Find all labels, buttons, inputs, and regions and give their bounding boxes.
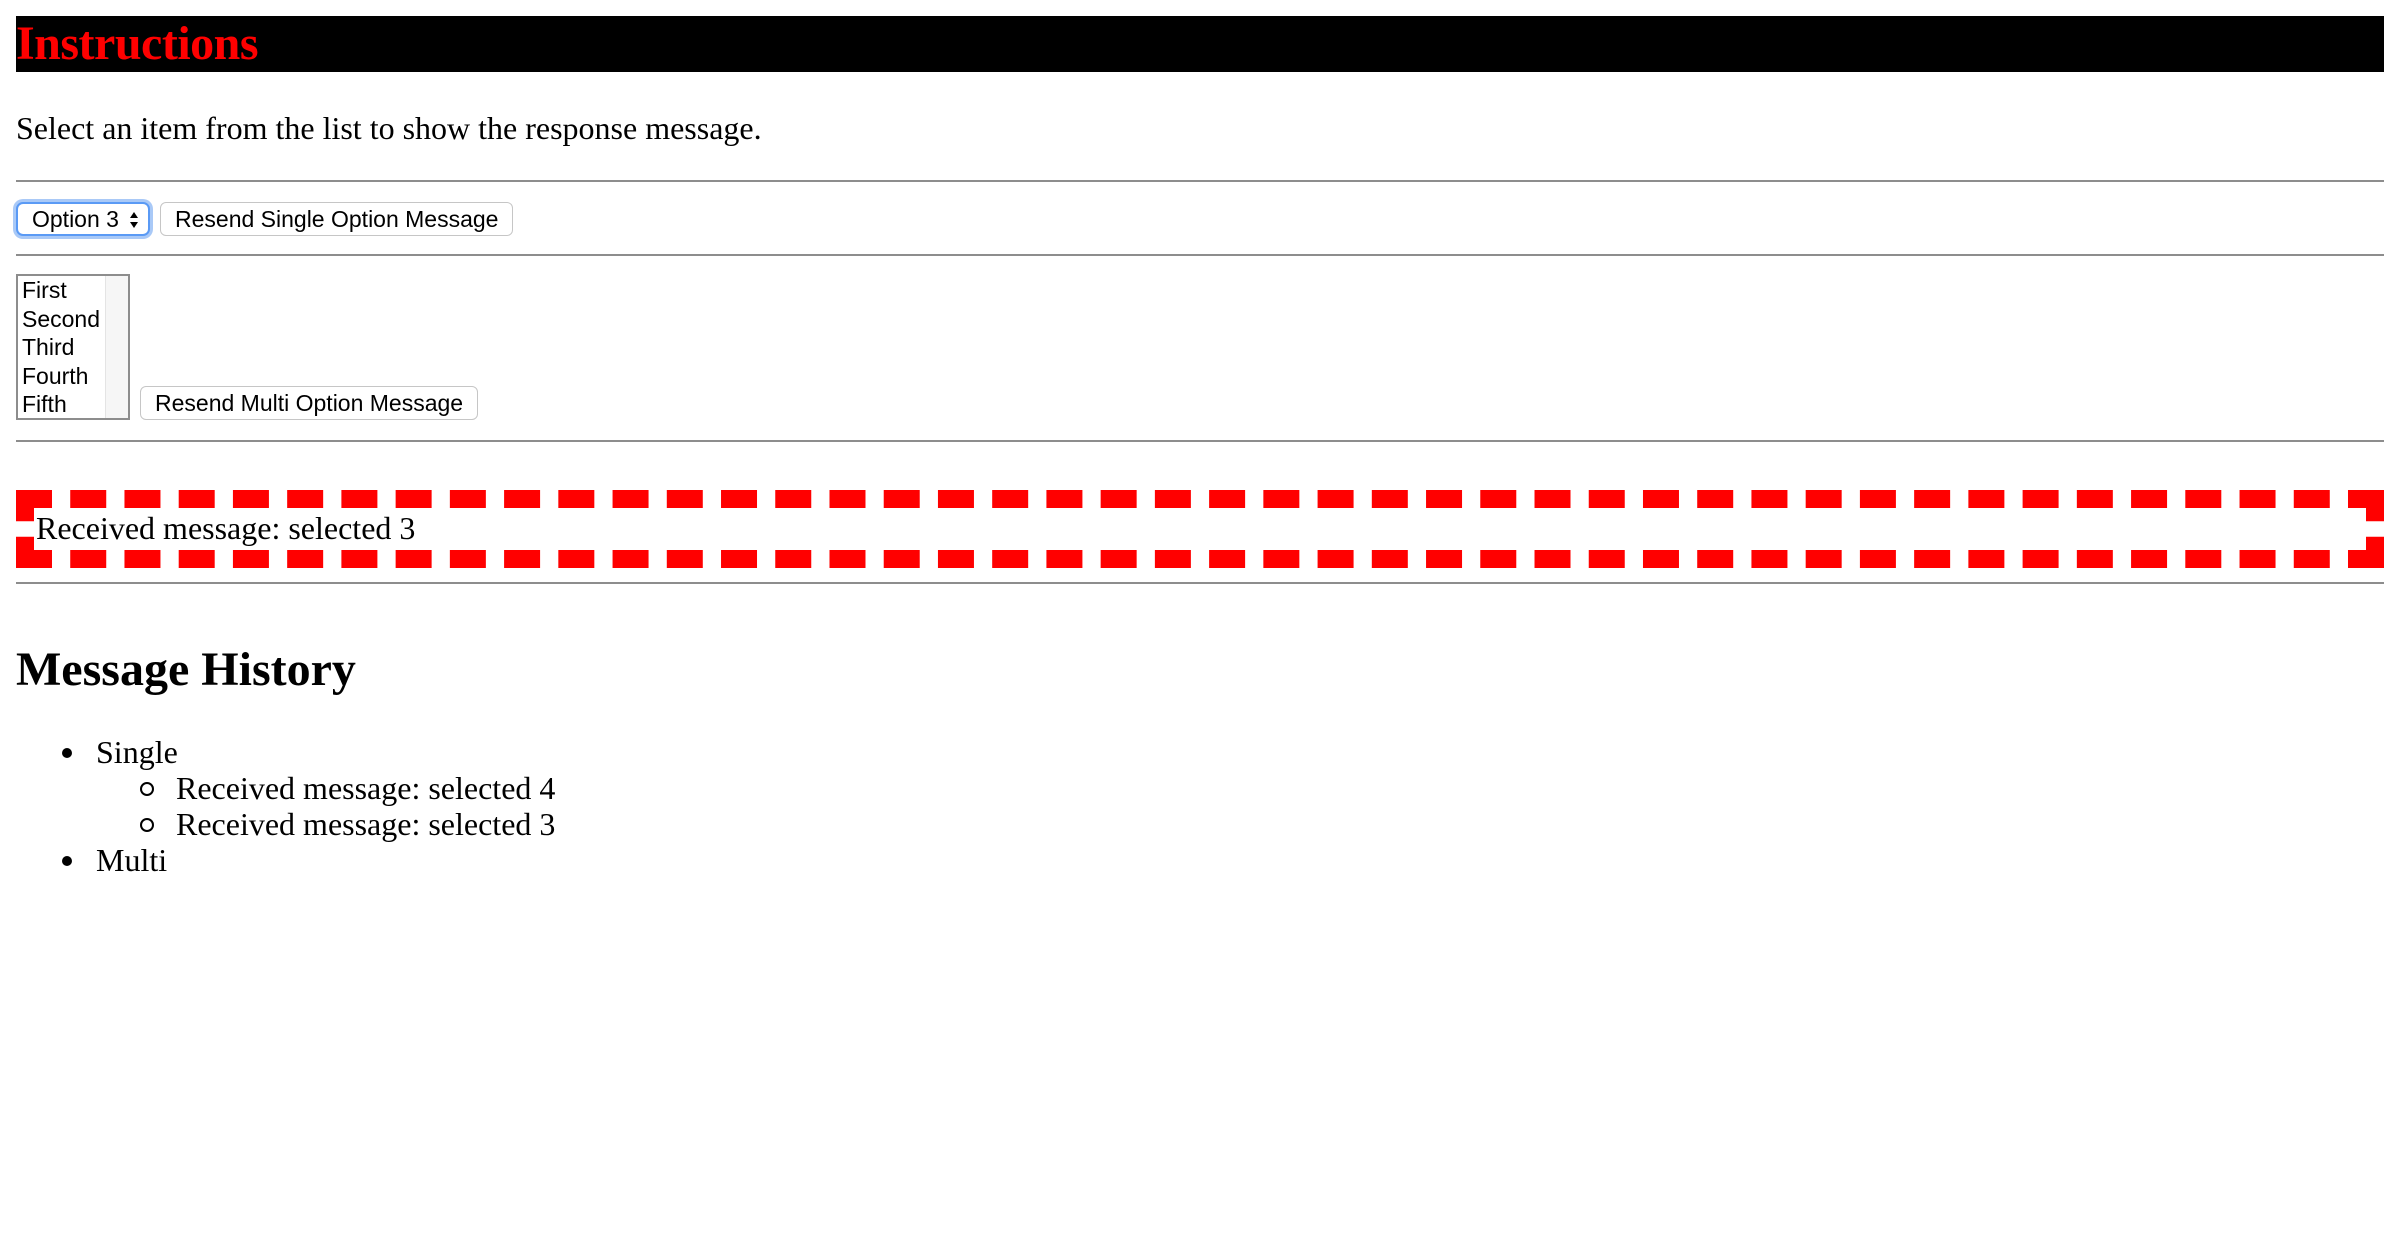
- divider: [16, 254, 2384, 256]
- message-history-list: Single Received message: selected 4 Rece…: [16, 734, 555, 878]
- multi-select-row: First Second Third Fourth Fifth Resend M…: [16, 274, 479, 420]
- history-message-item: Received message: selected 3: [96, 806, 555, 842]
- multi-option-item[interactable]: Fifth: [22, 390, 100, 418]
- resend-multi-option-button[interactable]: Resend Multi Option Message: [140, 386, 479, 420]
- history-category-label: Single: [96, 734, 178, 770]
- history-message-item: Received message: selected 4: [96, 770, 555, 806]
- listbox-scrollbar[interactable]: [105, 276, 128, 418]
- history-category-multi: Multi: [16, 842, 555, 878]
- response-message-text: Received message: selected 3: [36, 510, 416, 546]
- multi-option-item[interactable]: Second: [22, 305, 100, 334]
- response-message-box: Received message: selected 3: [16, 490, 2384, 568]
- instructions-title: Instructions: [16, 17, 259, 70]
- message-history-title: Message History: [16, 643, 356, 696]
- divider: [16, 180, 2384, 182]
- history-category-label: Multi: [96, 842, 168, 878]
- multi-option-item[interactable]: First: [22, 276, 100, 305]
- multi-option-listbox[interactable]: First Second Third Fourth Fifth: [16, 274, 130, 420]
- multi-option-list: First Second Third Fourth Fifth: [22, 276, 100, 418]
- resend-single-option-button[interactable]: Resend Single Option Message: [160, 202, 514, 236]
- divider: [16, 440, 2384, 442]
- divider: [16, 582, 2384, 584]
- single-option-select[interactable]: Option 3: [16, 202, 150, 236]
- single-option-select-value: Option 3: [32, 205, 119, 232]
- page: Instructions Select an item from the lis…: [16, 16, 2384, 878]
- instructions-header-bar: Instructions: [16, 16, 2384, 72]
- history-single-messages: Received message: selected 4 Received me…: [96, 770, 555, 842]
- single-select-row: Option 3 Resend Single Option Message: [16, 202, 514, 236]
- multi-option-item[interactable]: Fourth: [22, 362, 100, 391]
- instructions-text: Select an item from the list to show the…: [16, 110, 762, 146]
- select-arrows-icon: [130, 212, 138, 228]
- history-category-single: Single Received message: selected 4 Rece…: [16, 734, 555, 842]
- multi-option-item[interactable]: Third: [22, 333, 100, 362]
